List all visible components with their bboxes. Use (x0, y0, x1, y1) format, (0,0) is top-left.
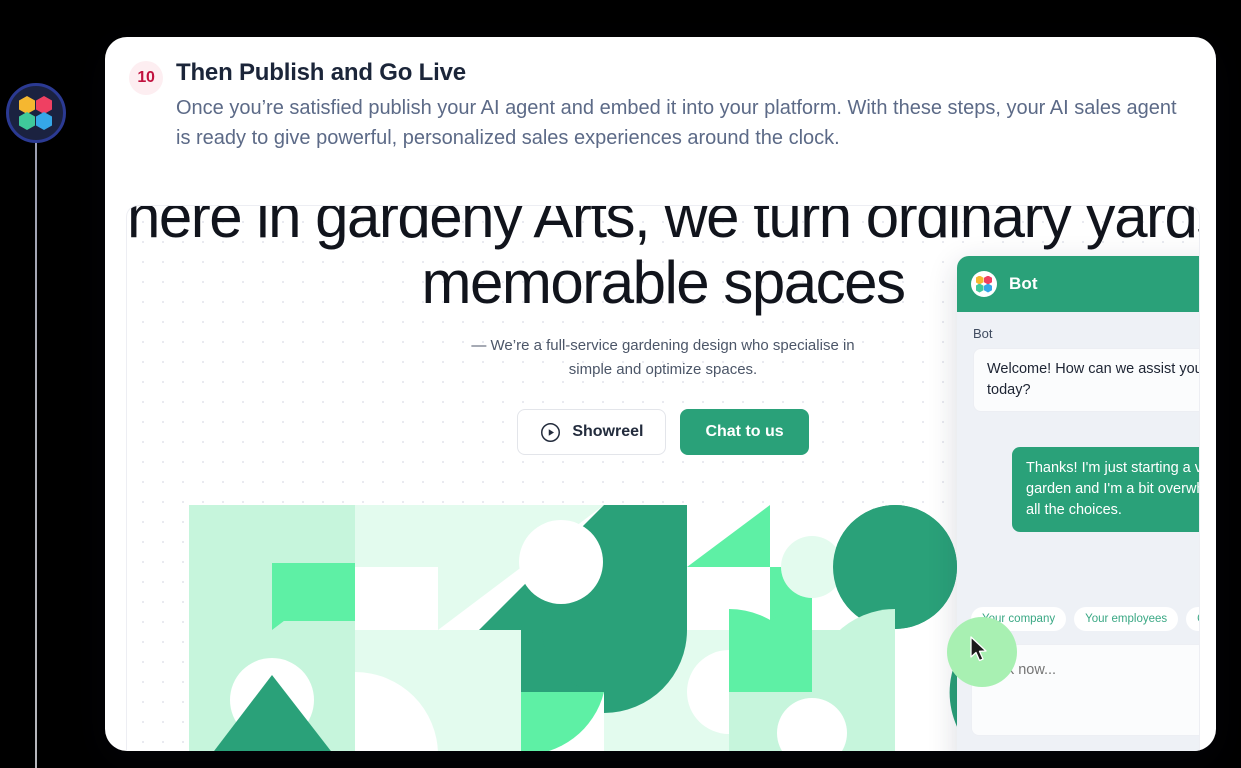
message-bubble-bot: Welcome! How can we assist you today? (973, 348, 1199, 412)
chat-title: Bot (1009, 274, 1038, 293)
message-bot: Bot Friday 2:22pm Welcome! How can we as… (973, 326, 1199, 412)
showreel-button-label: Showreel (572, 423, 644, 440)
suggestion-chip[interactable]: Your company (971, 607, 1067, 631)
chat-header: Bot (957, 256, 1199, 312)
suggestion-chip[interactable]: Other suggestion (1186, 607, 1199, 631)
message-sender: Bot (973, 326, 993, 341)
showreel-button[interactable]: Showreel (517, 409, 667, 455)
end-chat-button[interactable]: End Chat (971, 749, 1028, 752)
message-input[interactable] (988, 661, 1188, 679)
hero-subtitle: — We’re a full-service gardening design … (471, 337, 855, 378)
step-card: 10 Then Publish and Go Live Once you’re … (105, 37, 1216, 751)
message-bubble-user: Thanks! I'm just starting a vegetable ga… (1012, 447, 1199, 532)
hero-heading-line1: here in gardeny Arts, we turn ordinary y… (127, 205, 1200, 250)
brand-logo-badge (6, 83, 66, 143)
page-title: Then Publish and Go Live (176, 59, 466, 86)
magicblocks-logo-icon (19, 96, 53, 130)
step-description: Once you’re satisfied publish your AI ag… (176, 97, 1177, 149)
timeline-connector-line (35, 140, 37, 768)
website-preview-panel: here in gardeny Arts, we turn ordinary y… (126, 205, 1200, 751)
suggestion-chip[interactable]: Your employees (1074, 607, 1179, 631)
screen-root: 10 Then Publish and Go Live Once you’re … (0, 0, 1241, 768)
chat-footer: End Chat POWERED BY magicblocks (957, 736, 1199, 752)
bot-logo-icon (975, 275, 993, 293)
chat-to-us-label: Chat to us (705, 423, 784, 440)
suggestion-chips: Your company Your employees Other sugges… (971, 607, 1199, 631)
bot-avatar (971, 271, 997, 297)
chat-to-us-button[interactable]: Chat to us (680, 409, 809, 455)
chat-message-list: Bot Friday 2:22pm Welcome! How can we as… (957, 312, 1199, 602)
message-composer: Send (971, 644, 1199, 736)
step-number-badge: 10 (129, 61, 163, 95)
chat-widget: Bot Bot Friday 2:22pm Welcome! How can w… (957, 256, 1199, 752)
message-user: Friday 2:20pm Thanks! I'm just starting … (973, 428, 1199, 532)
suggestion-chip-bar: Your company Your employees Other sugges… (957, 602, 1199, 636)
powered-by: POWERED BY magicblocks (1145, 749, 1199, 751)
step-header: 10 Then Publish and Go Live Once you’re … (105, 37, 1216, 153)
play-circle-icon (541, 422, 561, 442)
